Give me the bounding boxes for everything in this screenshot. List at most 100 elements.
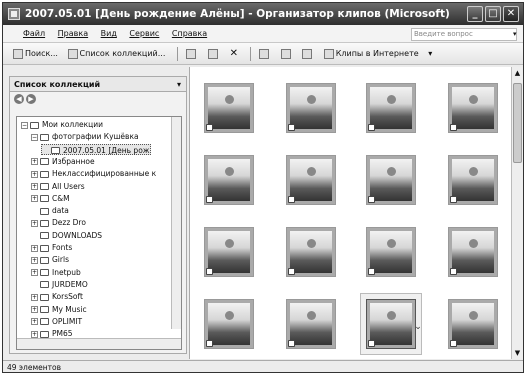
- clip-thumbnails-area[interactable]: [189, 67, 511, 359]
- globe-icon: [323, 48, 334, 59]
- vertical-scrollbar[interactable]: ▲ ▼: [511, 67, 523, 359]
- menu-help[interactable]: Справка: [172, 29, 207, 38]
- clip-thumbnail[interactable]: [448, 299, 498, 349]
- tree-item[interactable]: data: [31, 205, 69, 216]
- tree-item[interactable]: + Fonts: [31, 242, 72, 253]
- tree-item[interactable]: + My Music: [31, 304, 87, 315]
- scroll-up-icon[interactable]: ▲: [513, 67, 522, 79]
- close-button[interactable]: ✕: [503, 6, 519, 22]
- clip-thumbnail[interactable]: [366, 155, 416, 205]
- tree-item[interactable]: + Избранное: [31, 156, 95, 167]
- list-view-button[interactable]: [279, 43, 295, 65]
- clip-thumbnail[interactable]: [366, 83, 416, 133]
- clip-thumbnail[interactable]: [286, 155, 336, 205]
- clip-thumbnail[interactable]: [286, 227, 336, 277]
- clips-online-button[interactable]: Клипы в Интернете: [322, 43, 421, 65]
- maximize-button[interactable]: □: [485, 6, 501, 22]
- copy-button[interactable]: [184, 43, 200, 65]
- tree-item[interactable]: + Girls: [31, 254, 69, 265]
- back-button[interactable]: ◀: [14, 94, 24, 104]
- clip-thumbnail[interactable]: [286, 83, 336, 133]
- expand-icon[interactable]: +: [31, 293, 38, 301]
- folder-icon: [40, 318, 49, 326]
- collapse-icon[interactable]: −: [31, 133, 38, 141]
- thumbnail-dropdown-icon[interactable]: ⌄: [412, 321, 424, 333]
- tree-item[interactable]: + Dezz Dro: [31, 217, 86, 228]
- expand-icon[interactable]: +: [31, 256, 38, 264]
- tree-item-label: Girls: [52, 255, 69, 265]
- collapse-icon[interactable]: −: [21, 121, 28, 129]
- clips-online-label: Клипы в Интернете: [335, 49, 419, 58]
- tree-item[interactable]: JURDEMO: [31, 279, 88, 290]
- pane-menu-icon[interactable]: ▾: [177, 77, 181, 92]
- tree-item[interactable]: DOWNLOADS: [31, 230, 102, 241]
- collection-list-pane: Список коллекций ▾ ◀ ▶ − Мои коллекции − фот…: [9, 76, 187, 354]
- clip-thumbnail[interactable]: [448, 227, 498, 277]
- scroll-down-icon[interactable]: ▼: [513, 347, 522, 359]
- tree-horizontal-scrollbar[interactable]: [17, 338, 181, 349]
- title-bar[interactable]: 2007.05.01 [День рождение Алёны] - Орган…: [3, 3, 523, 25]
- tree-item[interactable]: − фотографии Кушёвка: [31, 131, 139, 142]
- clip-thumbnail[interactable]: [448, 155, 498, 205]
- app-window: 2007.05.01 [День рождение Алёны] - Орган…: [2, 2, 524, 373]
- tree-item[interactable]: + OPLIMIT: [31, 316, 82, 327]
- clip-thumbnail[interactable]: [366, 227, 416, 277]
- sort-button[interactable]: [257, 43, 273, 65]
- help-dropdown-icon[interactable]: ▾: [513, 25, 517, 43]
- tree-item-label: 2007.05.01 [День рож: [63, 145, 150, 155]
- expand-icon[interactable]: +: [31, 158, 38, 166]
- tree-item[interactable]: + C&M: [31, 193, 70, 204]
- tree-vertical-scrollbar[interactable]: [171, 117, 181, 329]
- minimize-button[interactable]: _: [467, 6, 483, 22]
- clip-thumbnail[interactable]: [204, 227, 254, 277]
- toolbar: Поиск... Список коллекций... ✕ Клипы в И…: [3, 43, 523, 65]
- menu-view[interactable]: Вид: [101, 29, 117, 38]
- clip-type-icon: [450, 268, 457, 275]
- expand-icon[interactable]: +: [31, 183, 38, 190]
- search-button[interactable]: Поиск...: [11, 43, 60, 65]
- tree-item[interactable]: + Inetpub: [31, 267, 81, 278]
- expand-icon[interactable]: +: [31, 219, 38, 227]
- expand-icon[interactable]: +: [31, 244, 38, 252]
- photo-image: [370, 231, 412, 273]
- expand-icon[interactable]: +: [31, 170, 38, 178]
- scroll-thumb[interactable]: [513, 83, 522, 163]
- tree-item[interactable]: 2007.05.01 [День рож: [41, 143, 151, 155]
- folder-icon: [40, 219, 49, 227]
- folder-icon: [40, 133, 49, 141]
- expand-icon[interactable]: +: [31, 318, 38, 326]
- forward-button[interactable]: ▶: [26, 94, 36, 104]
- menu-edit[interactable]: Правка: [58, 29, 88, 38]
- clip-thumbnail[interactable]: [286, 299, 336, 349]
- tree-item[interactable]: + Неклассифицированные к: [31, 168, 156, 179]
- tree-item-label: PM65: [52, 329, 73, 339]
- expand-icon[interactable]: +: [31, 195, 38, 203]
- clip-thumbnail[interactable]: [366, 299, 416, 349]
- collections-button[interactable]: Список коллекций...: [66, 43, 168, 65]
- tree-item-label: Неклассифицированные к: [52, 169, 157, 179]
- expand-icon[interactable]: +: [31, 269, 38, 277]
- help-question-input[interactable]: Введите вопрос: [411, 28, 517, 41]
- clip-thumbnail[interactable]: [448, 83, 498, 133]
- menu-file[interactable]: Файл: [23, 29, 45, 38]
- tree-item[interactable]: + All Users: [31, 181, 85, 192]
- tree-item-label: My Music: [52, 304, 87, 314]
- clip-thumbnail[interactable]: [204, 155, 254, 205]
- folder-icon: [40, 244, 49, 252]
- clip-type-icon: [288, 340, 295, 347]
- delete-button[interactable]: ✕: [228, 43, 240, 65]
- menu-tools[interactable]: Сервис: [129, 29, 159, 38]
- expand-icon[interactable]: +: [31, 330, 38, 338]
- tree-item[interactable]: + KorsSoft: [31, 291, 83, 302]
- photo-image: [452, 303, 494, 345]
- expand-icon[interactable]: +: [31, 306, 38, 313]
- clip-thumbnail[interactable]: [204, 83, 254, 133]
- photo-image: [370, 159, 412, 201]
- pane-header[interactable]: Список коллекций ▾: [10, 77, 186, 92]
- paste-button[interactable]: [206, 43, 222, 65]
- collection-tree[interactable]: − Мои коллекции − фотографии Кушёвка 2007.05…: [16, 116, 182, 350]
- tree-item[interactable]: − Мои коллекции: [21, 119, 103, 130]
- clip-thumbnail[interactable]: [204, 299, 254, 349]
- toolbar-options-button[interactable]: ▾: [426, 43, 434, 65]
- thumbnail-view-button[interactable]: [300, 43, 316, 65]
